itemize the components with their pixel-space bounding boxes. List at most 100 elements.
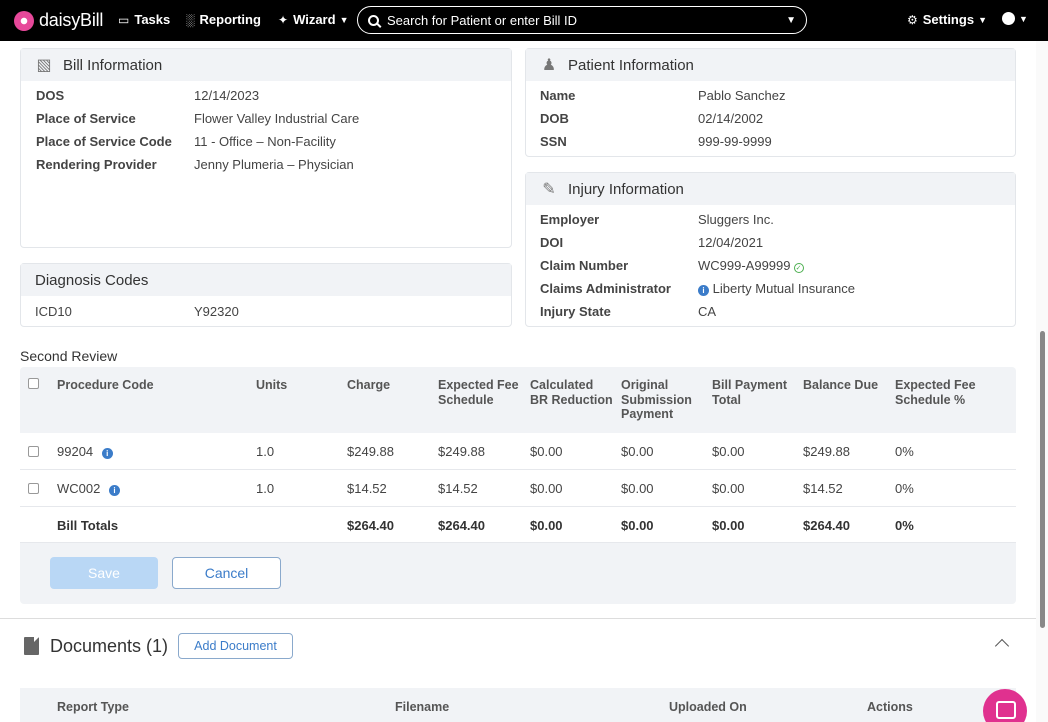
col-expected-fee-schedule: Expected Fee Schedule	[438, 378, 519, 407]
col-units: Units	[256, 378, 288, 392]
nav-user-menu[interactable]: ▼	[1002, 12, 1028, 25]
invoice-icon: ▧	[36, 57, 52, 74]
cell-expected-fee-pct: 0%	[895, 444, 914, 459]
save-button[interactable]: Save	[50, 557, 158, 589]
info-label: Rendering Provider	[36, 157, 157, 172]
nav-tasks-label: Tasks	[134, 12, 171, 27]
info-label: Employer	[540, 212, 600, 227]
cell-br-reduction: $0.00	[530, 444, 563, 459]
second-review-title: Second Review	[20, 348, 118, 364]
panel-title: Patient Information	[568, 56, 694, 74]
nav-settings[interactable]: ⚙ Settings ▼	[907, 12, 987, 27]
info-value: 12/14/2023	[194, 88, 260, 103]
total-expected-fee-pct: 0%	[895, 518, 914, 533]
procedure-code-value: 99204	[57, 444, 94, 459]
second-review-table: Procedure Code Units Charge Expected Fee…	[20, 367, 1016, 604]
totals-label: Bill Totals	[57, 518, 119, 533]
info-label: Injury State	[540, 304, 611, 319]
info-label: DOS	[36, 88, 65, 103]
logo[interactable]: daisyBill	[14, 10, 103, 31]
total-expected-fee: $264.40	[438, 518, 485, 533]
nav-reporting-label: Reporting	[199, 12, 261, 27]
col-uploaded-on: Uploaded On	[669, 700, 747, 714]
info-value: Sluggers Inc.	[698, 212, 774, 227]
chevron-down-icon: ▼	[1019, 13, 1028, 24]
cell-payment-total: $0.00	[712, 444, 745, 459]
info-value: Jenny Plumeria – Physician	[194, 157, 354, 172]
total-payment-total: $0.00	[712, 518, 745, 533]
chevron-down-icon[interactable]: ▼	[786, 15, 796, 26]
cell-balance-due: $14.52	[803, 481, 843, 496]
bandage-icon: ✎	[542, 181, 556, 198]
add-document-button[interactable]: Add Document	[178, 633, 293, 659]
info-label: Name	[540, 88, 576, 103]
chevron-up-icon[interactable]	[994, 638, 1010, 654]
total-original-payment: $0.00	[621, 518, 654, 533]
info-value: CA	[698, 304, 717, 319]
cell-balance-due: $249.88	[803, 444, 850, 459]
scrollbar-thumb[interactable]	[1040, 331, 1045, 628]
info-value: 11 - Office – Non-Facility	[194, 134, 336, 149]
table-header: Procedure Code Units Charge Expected Fee…	[20, 367, 1016, 433]
nav-tasks[interactable]: ▭ Tasks	[118, 12, 170, 27]
panel-header: ▧ Bill Information	[21, 49, 511, 81]
chevron-down-icon: ▼	[339, 14, 349, 25]
info-label: ICD10	[35, 304, 72, 319]
info-value: Flower Valley Industrial Care	[194, 111, 360, 126]
procedure-code: 99204 i	[57, 444, 113, 459]
pdf-file-icon	[24, 637, 39, 655]
bill-information-panel: ▧ Bill Information DOS 12/14/2023 Place …	[20, 48, 512, 248]
row-checkbox[interactable]	[28, 446, 39, 457]
search-input[interactable]	[387, 12, 787, 28]
scrollbar[interactable]	[1036, 41, 1048, 722]
table-row: 99204 i 1.0 $249.88 $249.88 $0.00 $0.00 …	[20, 433, 1016, 470]
nav-reporting[interactable]: ░ Reporting	[186, 12, 261, 27]
info-value: Pablo Sanchez	[698, 88, 786, 103]
row-checkbox[interactable]	[28, 483, 39, 494]
user-icon	[1002, 12, 1015, 25]
info-label: Place of Service	[36, 111, 136, 126]
gear-icon: ⚙	[907, 12, 918, 27]
col-expected-fee-schedule-pct: Expected Fee Schedule %	[895, 378, 976, 407]
injury-information-panel: ✎ Injury Information Employer Sluggers I…	[525, 172, 1016, 327]
cell-expected-fee: $14.52	[438, 481, 478, 496]
chat-launcher-icon[interactable]	[983, 689, 1027, 722]
totals-row: Bill Totals $264.40 $264.40 $0.00 $0.00 …	[20, 507, 1016, 543]
total-charge: $264.40	[347, 518, 394, 533]
nav-wizard[interactable]: ✦ Wizard ▼	[278, 12, 348, 27]
patient-information-panel: ♟ Patient Information Name Pablo Sanchez…	[525, 48, 1016, 157]
bar-chart-icon: ░	[186, 12, 195, 27]
table-row: WC002 i 1.0 $14.52 $14.52 $0.00 $0.00 $0…	[20, 470, 1016, 507]
claim-number: WC999-A99999	[698, 258, 791, 273]
cancel-button[interactable]: Cancel	[172, 557, 281, 589]
cell-expected-fee-pct: 0%	[895, 481, 914, 496]
col-procedure-code: Procedure Code	[57, 378, 154, 392]
nav-settings-label: Settings	[922, 12, 975, 27]
col-calculated-br-reduction: Calculated BR Reduction	[530, 378, 613, 407]
chevron-down-icon: ▼	[978, 14, 987, 25]
claims-administrator-link[interactable]: i Liberty Mutual Insurance	[698, 281, 855, 296]
cell-br-reduction: $0.00	[530, 481, 563, 496]
wand-icon: ✦	[278, 12, 289, 27]
info-label: DOI	[540, 235, 564, 250]
select-all-checkbox[interactable]	[28, 378, 39, 389]
info-label: Claims Administrator	[540, 281, 671, 296]
panel-title: Injury Information	[568, 180, 684, 198]
cell-charge: $14.52	[347, 481, 387, 496]
cell-payment-total: $0.00	[712, 481, 745, 496]
logo-text: daisyBill	[39, 10, 104, 30]
procedure-code-value: WC002	[57, 481, 101, 496]
info-value: 02/14/2002	[698, 111, 764, 126]
search-icon	[368, 14, 379, 26]
info-icon[interactable]: i	[108, 485, 120, 496]
documents-table-header: Report Type Filename Uploaded On Actions	[20, 688, 1016, 722]
info-label: Place of Service Code	[36, 134, 172, 149]
info-label: SSN	[540, 134, 567, 149]
daisy-logo-icon	[14, 10, 34, 31]
cell-original-payment: $0.00	[621, 444, 654, 459]
col-charge: Charge	[347, 378, 391, 392]
clipboard-icon: ▭	[118, 12, 130, 27]
search-bar[interactable]: ▼	[357, 6, 807, 34]
info-icon[interactable]: i	[101, 448, 113, 459]
panel-header: ♟ Patient Information	[526, 49, 1015, 81]
